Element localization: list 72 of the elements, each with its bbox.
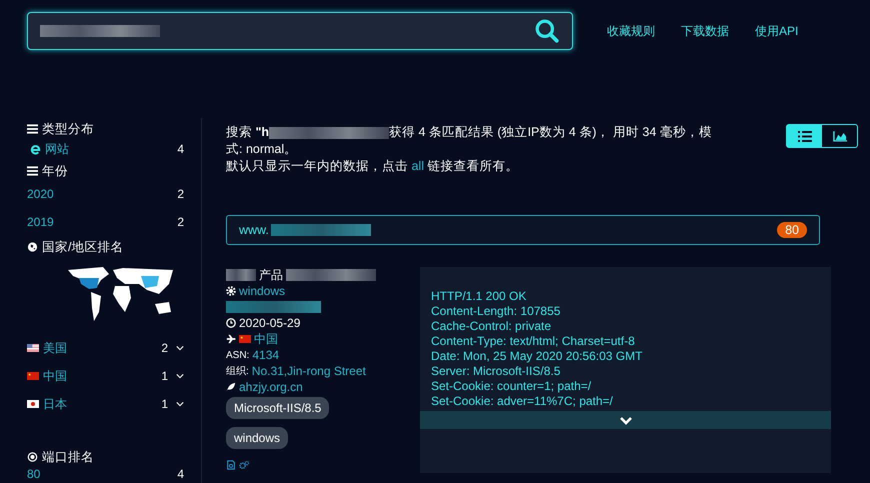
nav-link[interactable]: 下载数据 [681, 22, 729, 40]
nav-link[interactable]: 收藏规则 [607, 22, 655, 40]
header-line: Set-Cookie: counter=1; path=/ [430, 379, 592, 394]
count: 4 [177, 467, 184, 481]
list-icon [27, 124, 38, 134]
search-field[interactable] [27, 12, 573, 50]
section-title: 国家/地区排名 [42, 238, 124, 256]
tag[interactable]: windows [226, 427, 288, 449]
section-title: 年份 [42, 162, 68, 180]
org-label: 组织: [226, 365, 249, 378]
flag-icon [27, 372, 39, 380]
count: 2 [161, 341, 168, 355]
site-title: 产品 [259, 266, 283, 284]
country-link[interactable]: 中国 [254, 330, 278, 348]
section-title: 端口排名 [42, 448, 94, 466]
result-summary: 获得 4 条匹配结果 (独立IP数为 4 条)， 用时 34 毫秒，模 [389, 125, 712, 139]
header-line: Content-Length: 107855 [430, 304, 562, 319]
browser-icon [30, 144, 41, 154]
list-icon [798, 130, 812, 142]
filter-link[interactable]: 2020 [27, 187, 54, 201]
count: 1 [161, 369, 168, 383]
chevron-down-icon[interactable] [618, 416, 632, 424]
airplane-icon [226, 334, 236, 344]
count: 2 [177, 215, 184, 229]
result-summary: 式: normal。 [226, 142, 298, 156]
flag-icon [27, 344, 39, 352]
flag-icon [27, 400, 39, 408]
asn-label: ASN: [226, 350, 250, 360]
list-view-button[interactable] [787, 125, 822, 147]
tag[interactable]: Microsoft-IIS/8.5 [226, 397, 330, 419]
nav-link[interactable]: 使用API [755, 22, 798, 40]
globe-icon [27, 242, 38, 252]
header-line: Set-Cookie: adver=11%7C; path=/ [430, 394, 614, 409]
date-text: 2020-05-29 [239, 316, 300, 330]
host-link[interactable]: www. [239, 223, 269, 237]
chevron-down-icon[interactable] [176, 373, 184, 379]
header-line: Cache-Control: private [430, 319, 552, 334]
header-line: Server: Microsoft-IIS/8.5 [430, 364, 562, 379]
document-icon[interactable] [226, 460, 236, 470]
org-link[interactable]: No.31,Jin-rong Street [252, 364, 366, 378]
filter-link[interactable]: 日本 [43, 396, 67, 412]
header-line: Date: Mon, 25 May 2020 20:56:03 GMT [430, 349, 644, 364]
target-icon [27, 452, 38, 462]
search-icon[interactable] [534, 18, 560, 44]
filter-link[interactable]: 网站 [45, 140, 69, 158]
count: 2 [177, 187, 184, 201]
redacted-text [226, 269, 256, 281]
asn-link[interactable]: 4134 [252, 348, 280, 362]
result-summary: 搜索 "h [226, 125, 270, 139]
leaf-icon [226, 382, 236, 392]
gear-icon [226, 286, 236, 296]
gears-icon[interactable] [239, 460, 249, 470]
section-title: 类型分布 [42, 120, 94, 138]
filter-link[interactable]: 80 [27, 467, 40, 481]
count: 4 [177, 142, 184, 156]
header-line: Content-Type: text/html; Charset=utf-8 [430, 334, 636, 349]
flag-icon [239, 335, 251, 343]
os-link[interactable]: windows [239, 284, 286, 298]
clock-icon [226, 318, 236, 328]
chevron-down-icon[interactable] [176, 345, 184, 351]
chevron-down-icon[interactable] [176, 401, 184, 407]
area-chart-icon [832, 130, 846, 142]
filter-link[interactable]: 中国 [43, 368, 67, 384]
hint-text: 默认只显示一年内的数据，点击 all 链接查看所有。 [226, 158, 520, 175]
list-icon [27, 166, 38, 176]
filter-link[interactable]: 2019 [27, 215, 54, 229]
count: 1 [161, 397, 168, 411]
filter-link[interactable]: 美国 [43, 340, 67, 356]
domain-link[interactable]: ahzjy.org.cn [239, 380, 303, 394]
header-line: HTTP/1.1 200 OK [430, 289, 528, 304]
port-badge[interactable]: 80 [777, 222, 807, 238]
all-link[interactable]: all [411, 159, 424, 173]
